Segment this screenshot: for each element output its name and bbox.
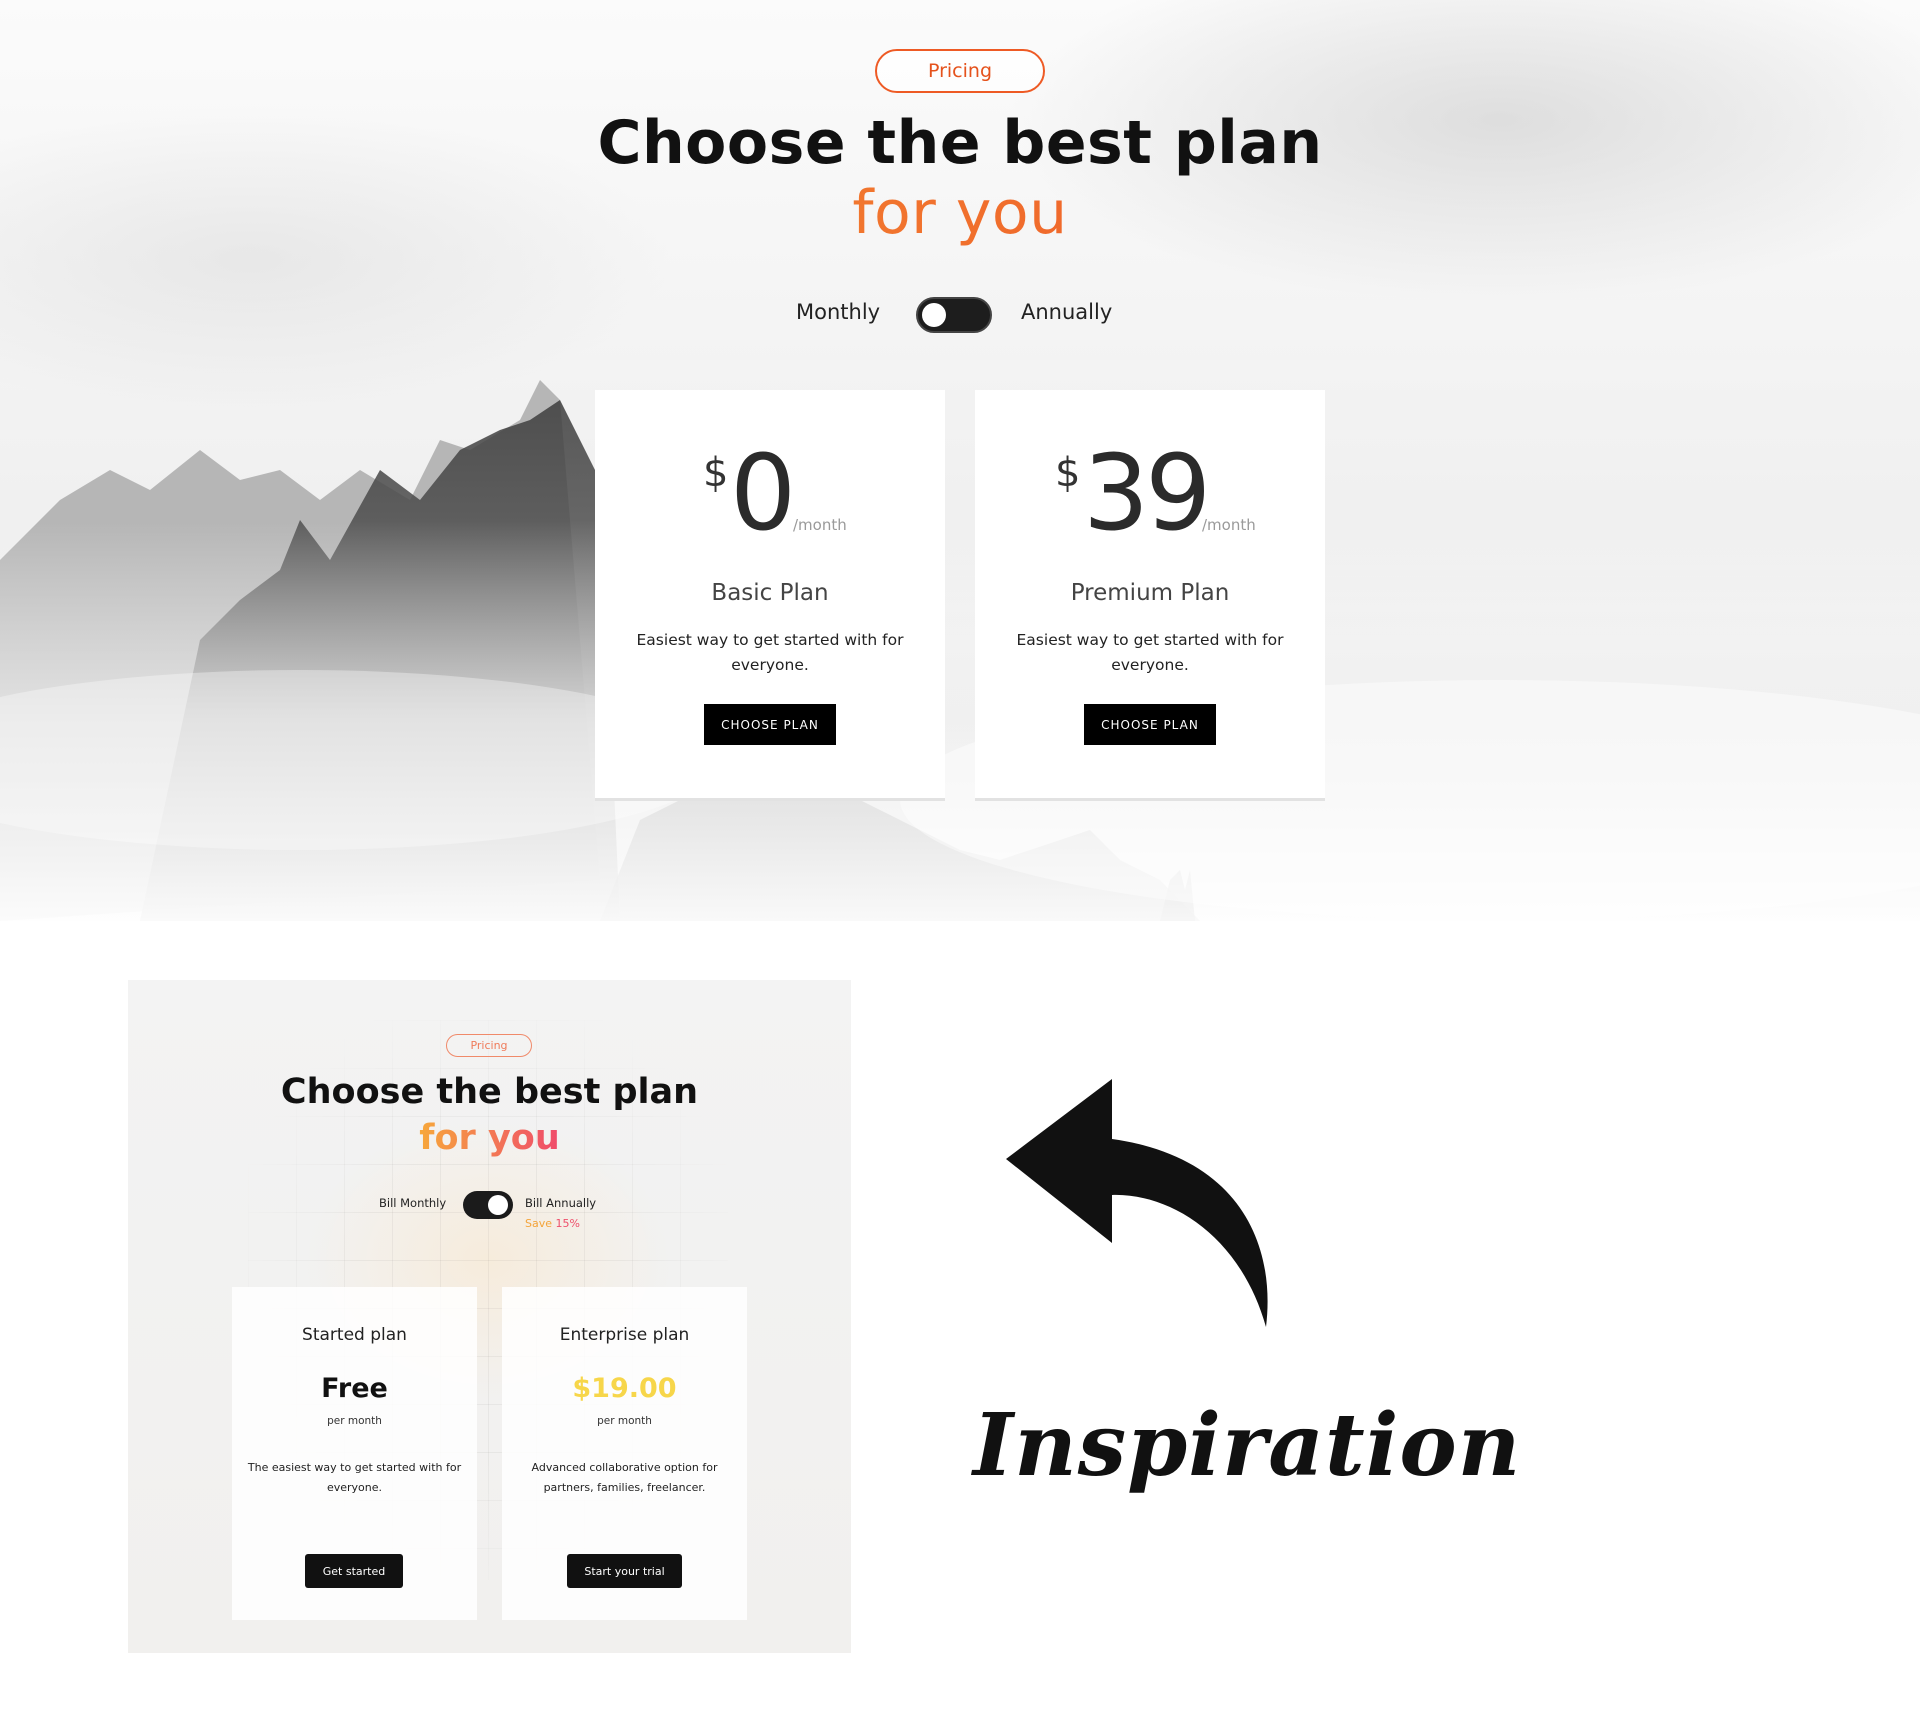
plan-card-premium: $ 39 /month Premium Plan Easiest way to … — [975, 390, 1325, 801]
billing-toggle[interactable] — [916, 297, 992, 333]
plan-card-started: Started plan Free per month The easiest … — [232, 1287, 477, 1620]
inspiration-subtitle: for you — [128, 1118, 851, 1158]
price-period: per month — [327, 1415, 382, 1427]
plan-price: $ 39 /month — [975, 432, 1325, 554]
plan-price: Free — [321, 1373, 388, 1404]
curved-arrow-icon — [1006, 1079, 1268, 1327]
plan-card-basic: $ 0 /month Basic Plan Easiest way to get… — [595, 390, 945, 801]
billing-toggle[interactable] — [463, 1191, 513, 1219]
choose-plan-button[interactable]: CHOOSE PLAN — [704, 704, 836, 745]
save-percentage: 15% — [555, 1217, 580, 1230]
pricing-badge: Pricing — [875, 49, 1045, 93]
billing-annually-label: Annually — [1021, 300, 1113, 324]
plan-description: Easiest way to get started with for ever… — [636, 631, 904, 674]
hero-section: Pricing Choose the best plan for you Mon… — [0, 0, 1920, 921]
plan-price: $19.00 — [572, 1373, 677, 1404]
plan-name: Premium Plan — [1070, 580, 1230, 606]
bill-monthly-label: Bill Monthly — [379, 1196, 447, 1210]
plan-description: Advanced collaborative option for partne… — [531, 1461, 718, 1494]
price-amount: 0 — [730, 432, 796, 554]
page-title: Choose the best plan — [597, 108, 1323, 178]
save-label: Save 15% — [525, 1217, 580, 1230]
get-started-button[interactable]: Get started — [305, 1554, 403, 1588]
page-subtitle: for you — [0, 178, 1920, 248]
price-period: /month — [793, 516, 847, 534]
plan-price: $ 0 /month — [595, 432, 945, 554]
plan-name: Enterprise plan — [559, 1325, 690, 1345]
inspiration-caption: Inspiration — [973, 1395, 1522, 1496]
price-amount: 39 — [1083, 432, 1211, 554]
pricing-badge: Pricing — [446, 1034, 532, 1057]
price-period: per month — [597, 1415, 652, 1427]
plan-card-enterprise: Enterprise plan $19.00 per month Advance… — [502, 1287, 747, 1620]
plan-description: The easiest way to get started with for … — [247, 1461, 462, 1494]
plan-name: Basic Plan — [711, 580, 829, 606]
price-period: /month — [1202, 516, 1256, 534]
inspiration-screenshot: Pricing Choose the best plan for you Bil… — [128, 980, 851, 1653]
plan-name: Started plan — [302, 1325, 407, 1345]
toggle-knob — [922, 303, 946, 327]
currency-symbol: $ — [703, 450, 729, 496]
start-trial-button[interactable]: Start your trial — [567, 1554, 682, 1588]
currency-symbol: $ — [1055, 450, 1081, 496]
plan-description: Easiest way to get started with for ever… — [1016, 631, 1284, 674]
save-text: Save — [525, 1217, 553, 1230]
choose-plan-button[interactable]: CHOOSE PLAN — [1084, 704, 1216, 745]
billing-monthly-label: Monthly — [796, 300, 881, 324]
toggle-knob — [488, 1195, 508, 1215]
bill-annually-label: Bill Annually — [525, 1196, 597, 1210]
inspiration-title: Choose the best plan — [280, 1072, 699, 1112]
